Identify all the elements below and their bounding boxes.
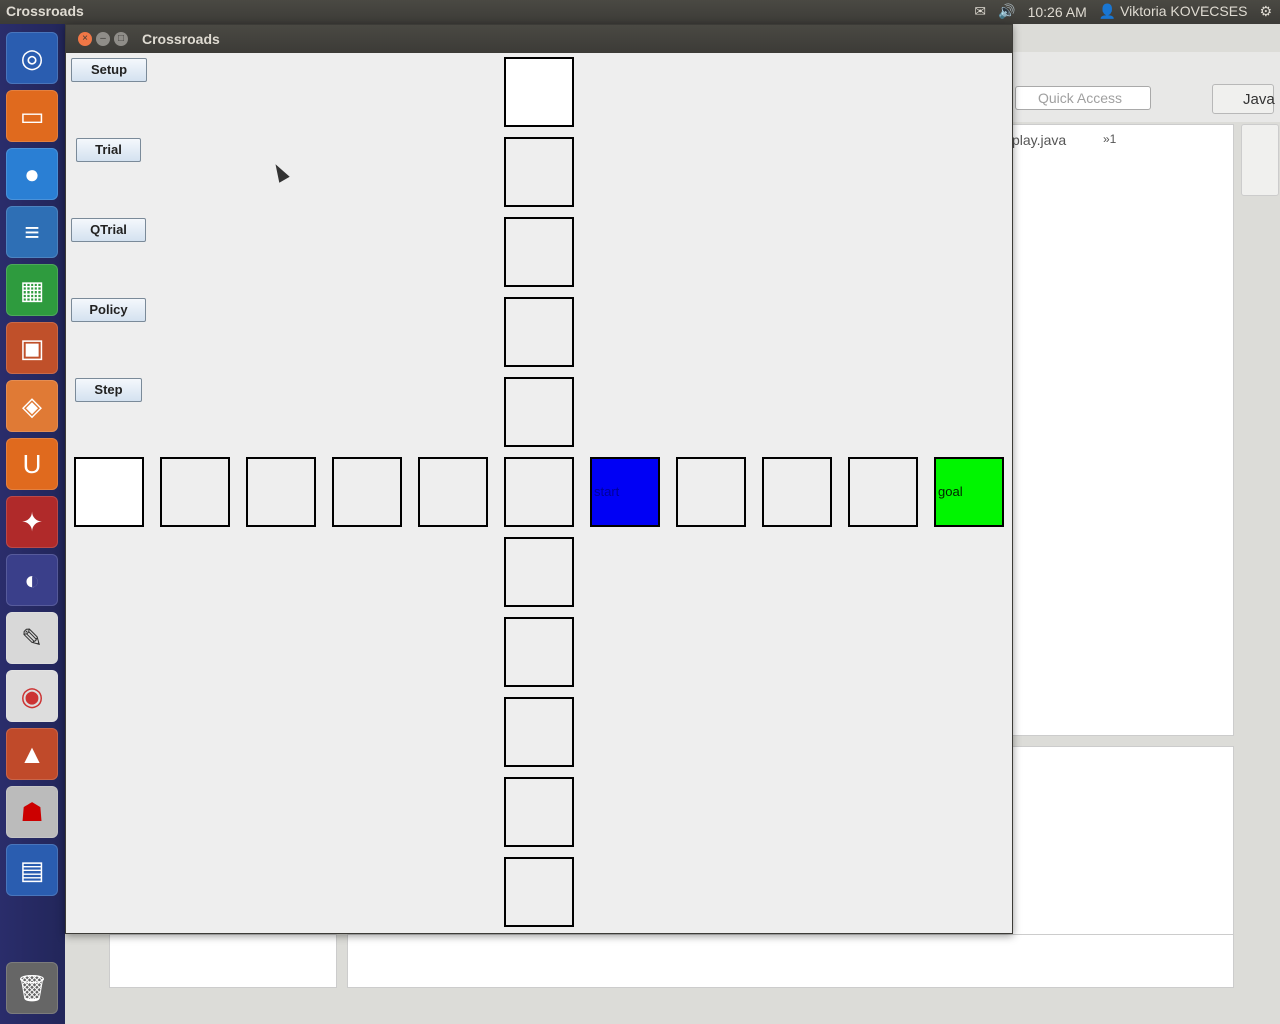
text-editor-icon[interactable]: ✎: [6, 612, 58, 664]
user-icon: 👤: [1098, 3, 1117, 19]
start-cell: start: [590, 457, 660, 527]
volume-icon[interactable]: 🔊: [998, 3, 1015, 20]
trash-icon[interactable]: 🗑: [6, 962, 58, 1014]
crossroads-window: × – □ Crossroads Setup Trial QTrial Poli…: [65, 24, 1013, 934]
grid-cell: [160, 457, 230, 527]
chrome-icon[interactable]: ◉: [6, 670, 58, 722]
grid-cell: [504, 377, 574, 447]
grid-cell: [332, 457, 402, 527]
close-icon[interactable]: ×: [78, 32, 92, 46]
settings-icon[interactable]: ⚙: [1259, 3, 1272, 20]
grid-cell: [246, 457, 316, 527]
side-panel: [1241, 124, 1279, 196]
firefox-icon[interactable]: ●: [6, 148, 58, 200]
active-app-title: Crossroads: [6, 3, 84, 19]
policy-button[interactable]: Policy: [71, 298, 146, 322]
files-icon[interactable]: ▭: [6, 90, 58, 142]
grid-cell: [504, 57, 574, 127]
grid-cell: [504, 777, 574, 847]
grid-cell: [504, 537, 574, 607]
window-titlebar: × – □ Crossroads: [66, 25, 1012, 53]
setup-button[interactable]: Setup: [71, 58, 147, 82]
editor-more-tabs[interactable]: »1: [1103, 132, 1116, 146]
ubuntu-one-icon[interactable]: U: [6, 438, 58, 490]
grid-cell: [504, 457, 574, 527]
minimize-icon[interactable]: –: [96, 32, 110, 46]
user-menu[interactable]: 👤 Viktoria KOVECSES: [1099, 3, 1248, 20]
goal-cell: goal: [934, 457, 1004, 527]
launcher: ◎ ▭ ● ≡ ▦ ▣ ◈ U ✦ ◐ ✎ ◉ ▲ ☗ ▤ 🗑: [0, 24, 65, 1024]
trial-button[interactable]: Trial: [76, 138, 141, 162]
mid-bottom-pane: [347, 934, 1234, 988]
grid-cell: [74, 457, 144, 527]
grid-cell: [504, 857, 574, 927]
software-center-icon[interactable]: ◈: [6, 380, 58, 432]
grid-cell: [504, 297, 574, 367]
grid-cell: [504, 217, 574, 287]
maximize-icon[interactable]: □: [114, 32, 128, 46]
system-tray: ✉ 🔊 10:26 AM 👤 Viktoria KOVECSES ⚙: [974, 3, 1272, 20]
grid-cell: [504, 137, 574, 207]
mail-icon[interactable]: ✉: [974, 3, 986, 20]
system-settings-icon[interactable]: ✦: [6, 496, 58, 548]
matlab-icon[interactable]: ▲: [6, 728, 58, 780]
step-button[interactable]: Step: [75, 378, 142, 402]
java-duke-icon[interactable]: ☗: [6, 786, 58, 838]
quick-access-input[interactable]: Quick Access: [1015, 86, 1151, 110]
ubuntu-dash-icon[interactable]: ◎: [6, 32, 58, 84]
grid-cell: [848, 457, 918, 527]
writer-icon[interactable]: ≡: [6, 206, 58, 258]
grid-cell: [504, 697, 574, 767]
qtrial-button[interactable]: QTrial: [71, 218, 146, 242]
java-perspective-button[interactable]: Java: [1212, 84, 1275, 114]
window-title: Crossroads: [142, 31, 220, 47]
grid-cell: [504, 617, 574, 687]
user-name: Viktoria KOVECSES: [1120, 3, 1248, 19]
impress-icon[interactable]: ▣: [6, 322, 58, 374]
eclipse-icon[interactable]: ◐: [6, 554, 58, 606]
clock[interactable]: 10:26 AM: [1028, 4, 1087, 20]
calc-icon[interactable]: ▦: [6, 264, 58, 316]
editor-tab[interactable]: play.java: [1012, 132, 1066, 148]
workspace-switcher-icon[interactable]: ▤: [6, 844, 58, 896]
left-bottom-pane: [109, 934, 337, 988]
editor-pane[interactable]: [1012, 124, 1234, 736]
top-panel: Crossroads ✉ 🔊 10:26 AM 👤 Viktoria KOVEC…: [0, 0, 1280, 24]
grid-cell: [676, 457, 746, 527]
grid-cell: [418, 457, 488, 527]
grid-cell: [762, 457, 832, 527]
